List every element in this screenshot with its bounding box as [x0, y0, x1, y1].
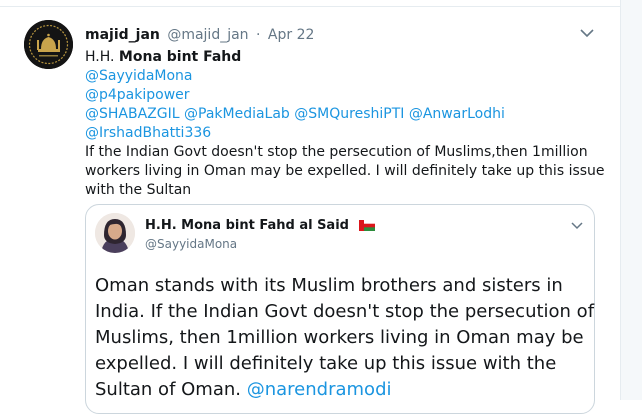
quoted-tweet[interactable]: H.H. Mona bint Fahd al Said @SayyidaMona…	[85, 204, 595, 414]
tweet-text-line: If the Indian Govt doesn't stop the pers…	[85, 144, 588, 160]
quoted-chevron-down-icon[interactable]	[570, 221, 584, 231]
tweet-header: majid_jan @majid_jan · Apr 22	[85, 26, 314, 44]
tweet-text-line: with the Sultan	[85, 182, 192, 198]
separator-dot: ·	[256, 27, 261, 43]
mosque-logo-icon	[24, 20, 73, 69]
tweet-body: H.H. Mona bint Fahd @SayyidaMona @p4paki…	[85, 48, 605, 200]
tweet-text-line: workers living in Oman may be expelled. …	[85, 163, 605, 179]
quoted-author-line: H.H. Mona bint Fahd al Said	[145, 218, 375, 233]
right-scroll-panel[interactable]	[620, 0, 642, 400]
quoted-author-avatar[interactable]	[95, 213, 135, 253]
quoted-last-line: Sultan of Oman. @narendramodi	[95, 377, 591, 403]
tweet[interactable]: majid_jan @majid_jan · Apr 22 H.H. Mona …	[0, 7, 620, 414]
quoted-text-tail: Sultan of Oman.	[95, 379, 241, 400]
chevron-down-icon[interactable]	[579, 27, 595, 39]
title-prefix: H.H.	[85, 49, 115, 65]
quoted-text-line: expelled. I will definitely take up this…	[95, 353, 557, 374]
quoted-text-line: Oman stands with its Muslim brothers and…	[95, 275, 563, 296]
quoted-author-name[interactable]: H.H. Mona bint Fahd al Said	[145, 218, 349, 233]
author-avatar[interactable]	[24, 20, 73, 69]
mention-link[interactable]: @PakMediaLab	[184, 106, 290, 122]
mention-link[interactable]: @SayyidaMona	[85, 68, 193, 84]
title-name: Mona bint Fahd	[118, 49, 242, 65]
mention-link[interactable]: @IrshadBhatti336	[85, 125, 211, 141]
mentions-row: @SHABAZGIL @PakMediaLab @SMQureshiPTI @A…	[85, 105, 597, 124]
quoted-text: Oman stands with its Muslim brothers and…	[95, 273, 595, 403]
author-handle[interactable]: @majid_jan	[167, 27, 248, 43]
mention-link[interactable]: @SHABAZGIL	[85, 106, 180, 122]
quoted-text-line: Muslims, then 1million workers living in…	[95, 327, 584, 348]
mention-link[interactable]: @SMQureshiPTI	[294, 106, 404, 122]
mention-link[interactable]: @AnwarLodhi	[409, 106, 505, 122]
person-photo-icon	[95, 213, 135, 253]
tweet-date[interactable]: Apr 22	[268, 27, 314, 43]
mention-link[interactable]: @narendramodi	[247, 379, 392, 400]
quoted-author-handle[interactable]: @SayyidaMona	[145, 237, 237, 251]
author-name[interactable]: majid_jan	[85, 27, 160, 43]
title-line: H.H. Mona bint Fahd	[85, 48, 597, 67]
oman-flag-icon	[358, 220, 375, 231]
mention-link[interactable]: @p4pakipower	[85, 87, 190, 103]
quoted-text-line: India. If the Indian Govt doesn't stop t…	[95, 301, 595, 322]
